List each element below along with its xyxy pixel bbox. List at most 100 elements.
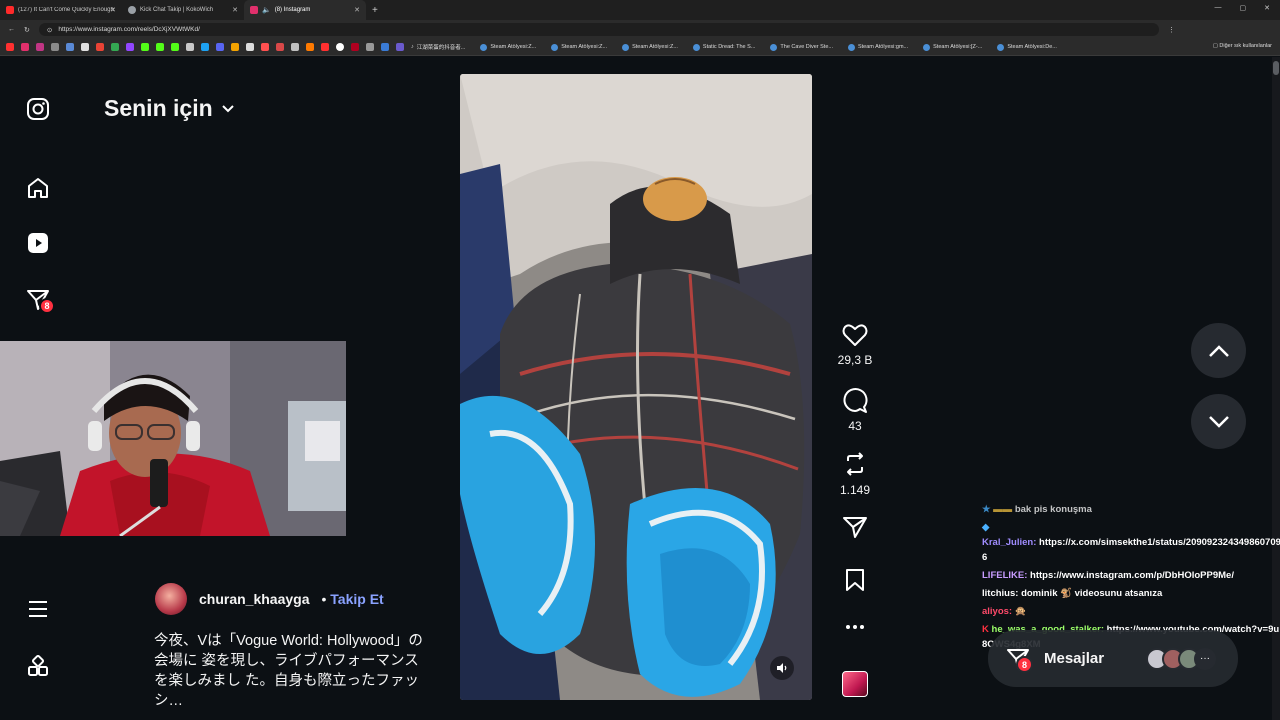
chevron-down-icon: [221, 104, 234, 112]
instagram-logo-icon[interactable]: [24, 95, 52, 123]
home-icon[interactable]: [24, 174, 52, 202]
bookmark-icon[interactable]: [351, 43, 359, 51]
bookmark-icon[interactable]: [126, 43, 134, 51]
extensions-icon[interactable]: ⋮: [1168, 26, 1175, 34]
separator-dot: •: [321, 591, 327, 607]
repost-count[interactable]: 1.149: [840, 483, 870, 497]
volume-button[interactable]: [770, 656, 794, 680]
steam-icon: [692, 43, 700, 51]
url-text: https://www.instagram.com/reels/DcXjXVWt…: [58, 26, 200, 33]
bookmark-icon[interactable]: [381, 43, 389, 51]
author-name[interactable]: churan_khaayga: [199, 591, 310, 607]
instagram-icon: [250, 6, 258, 14]
bookmark-icon[interactable]: [6, 43, 14, 51]
share-icon[interactable]: [842, 515, 868, 539]
new-tab-button[interactable]: +: [372, 5, 378, 16]
steam-icon: [847, 43, 855, 51]
bookmark-icon[interactable]: [156, 43, 164, 51]
bookmark-item[interactable]: Steam Atölyesi:Z...: [551, 43, 607, 51]
tab-youtube[interactable]: (127) It Can't Come Quickly Enough ✕: [0, 0, 122, 20]
bookmark-icon[interactable]: [186, 43, 194, 51]
bookmark-item[interactable]: Steam Atölyesi:Z...: [622, 43, 678, 51]
close-window-icon[interactable]: ✕: [1264, 4, 1270, 12]
instagram-page: 8 Senin için churan_khaayga • Takip Et 今…: [0, 57, 1280, 720]
bookmark-item[interactable]: Steam Atölyesi:[Z-...: [923, 43, 982, 51]
bookmark-item[interactable]: Steam Atölyesi:De...: [997, 43, 1057, 51]
next-reel-button[interactable]: [1191, 394, 1246, 449]
steam-icon: [480, 43, 488, 51]
bookmark-item[interactable]: ♪ 江湖菜蛋的抖音者...: [411, 43, 465, 51]
bookmark-icon[interactable]: [66, 43, 74, 51]
bookmark-icon[interactable]: [141, 43, 149, 51]
previous-reel-button[interactable]: [1191, 323, 1246, 378]
share-action: [828, 515, 882, 539]
bookmark-icon[interactable]: [396, 43, 404, 51]
tab-title: Kick Chat Takip | KokoWich: [140, 7, 214, 13]
close-tab-icon[interactable]: ✕: [110, 6, 116, 14]
steam-icon: [923, 43, 931, 51]
messages-label: Mesajlar: [1044, 650, 1105, 667]
tab-instagram[interactable]: 🔈 (8) Instagram ✕: [244, 0, 366, 20]
bookmark-item[interactable]: Static Dread: The S...: [692, 43, 755, 51]
bookmark-icon[interactable]: [231, 43, 239, 51]
scroll-thumb[interactable]: [1273, 61, 1279, 75]
more-apps-icon[interactable]: [24, 652, 52, 680]
steam-icon: [622, 43, 630, 51]
bookmark-icon[interactable]: [276, 43, 284, 51]
more-options-icon[interactable]: [844, 623, 866, 631]
follow-button[interactable]: Takip Et: [330, 591, 383, 607]
heart-icon[interactable]: [842, 323, 868, 347]
like-count[interactable]: 29,3 B: [838, 353, 873, 367]
chat-message: aliyos: 🙊: [982, 604, 1280, 619]
site-info-icon[interactable]: ⊙: [47, 26, 52, 34]
feed-selector[interactable]: Senin için: [104, 95, 235, 122]
bookmark-icon[interactable]: [51, 43, 59, 51]
speaker-icon: 🔈: [262, 7, 271, 14]
bookmark-icon[interactable]: [171, 43, 179, 51]
reels-icon[interactable]: [24, 229, 52, 257]
reel-video[interactable]: [460, 74, 812, 700]
bookmark-icon[interactable]: [366, 43, 374, 51]
chat-text: https://www.instagram.com/p/DbHOloPP9Me/: [1030, 570, 1234, 581]
comment-count[interactable]: 43: [848, 419, 861, 433]
bookmark-icon[interactable]: [36, 43, 44, 51]
bookmark-icon[interactable]: [336, 43, 344, 51]
chat-user: litchius:: [982, 588, 1019, 599]
other-bookmarks[interactable]: ▢ Diğer sık kullanılanlar: [1213, 43, 1272, 49]
bookmark-icon[interactable]: [261, 43, 269, 51]
bookmark-icon[interactable]: [291, 43, 299, 51]
minimize-icon[interactable]: —: [1215, 4, 1222, 12]
bookmark-icon[interactable]: [81, 43, 89, 51]
repost-icon[interactable]: [842, 451, 868, 477]
bookmark-icon[interactable]: [111, 43, 119, 51]
tab-kick[interactable]: Kick Chat Takip | KokoWich ✕: [122, 0, 244, 20]
bookmark-icon[interactable]: [844, 568, 866, 592]
chat-user: aliyos:: [982, 606, 1013, 617]
reload-icon[interactable]: ↻: [24, 26, 30, 34]
bookmark-icon[interactable]: [306, 43, 314, 51]
post-caption[interactable]: 今夜、Vは「Vogue World: Hollywood」の会場に 姿を現し、ラ…: [154, 631, 426, 711]
comment-icon[interactable]: [842, 387, 868, 413]
messages-button[interactable]: 8 Mesajlar ···: [988, 630, 1238, 687]
avatar[interactable]: [155, 583, 187, 615]
bookmark-icon[interactable]: [321, 43, 329, 51]
maximize-icon[interactable]: ▢: [1240, 4, 1247, 12]
menu-icon[interactable]: [24, 595, 52, 623]
bookmark-icon[interactable]: [201, 43, 209, 51]
bookmark-icon[interactable]: [216, 43, 224, 51]
like-action: 29,3 B: [828, 323, 882, 367]
close-tab-icon[interactable]: ✕: [354, 6, 360, 14]
toolbar: ← ↻ ⊙ https://www.instagram.com/reels/Dc…: [0, 20, 1280, 39]
back-icon[interactable]: ←: [8, 26, 15, 33]
bookmark-item[interactable]: Steam Atölyesi:gm...: [847, 43, 908, 51]
chevron-down-icon: [1208, 415, 1229, 428]
bookmark-icon[interactable]: [96, 43, 104, 51]
chat-message: ★ ▬▬ bak pis konuşma: [982, 502, 1280, 517]
audio-thumbnail[interactable]: [842, 671, 868, 697]
close-tab-icon[interactable]: ✕: [232, 6, 238, 14]
bookmark-item[interactable]: The Cave Diver Ste...: [770, 43, 833, 51]
bookmark-item[interactable]: Steam Atölyesi:Z...: [480, 43, 536, 51]
bookmark-icon[interactable]: [21, 43, 29, 51]
address-bar[interactable]: ⊙ https://www.instagram.com/reels/DcXjXV…: [38, 23, 1159, 36]
bookmark-icon[interactable]: [246, 43, 254, 51]
